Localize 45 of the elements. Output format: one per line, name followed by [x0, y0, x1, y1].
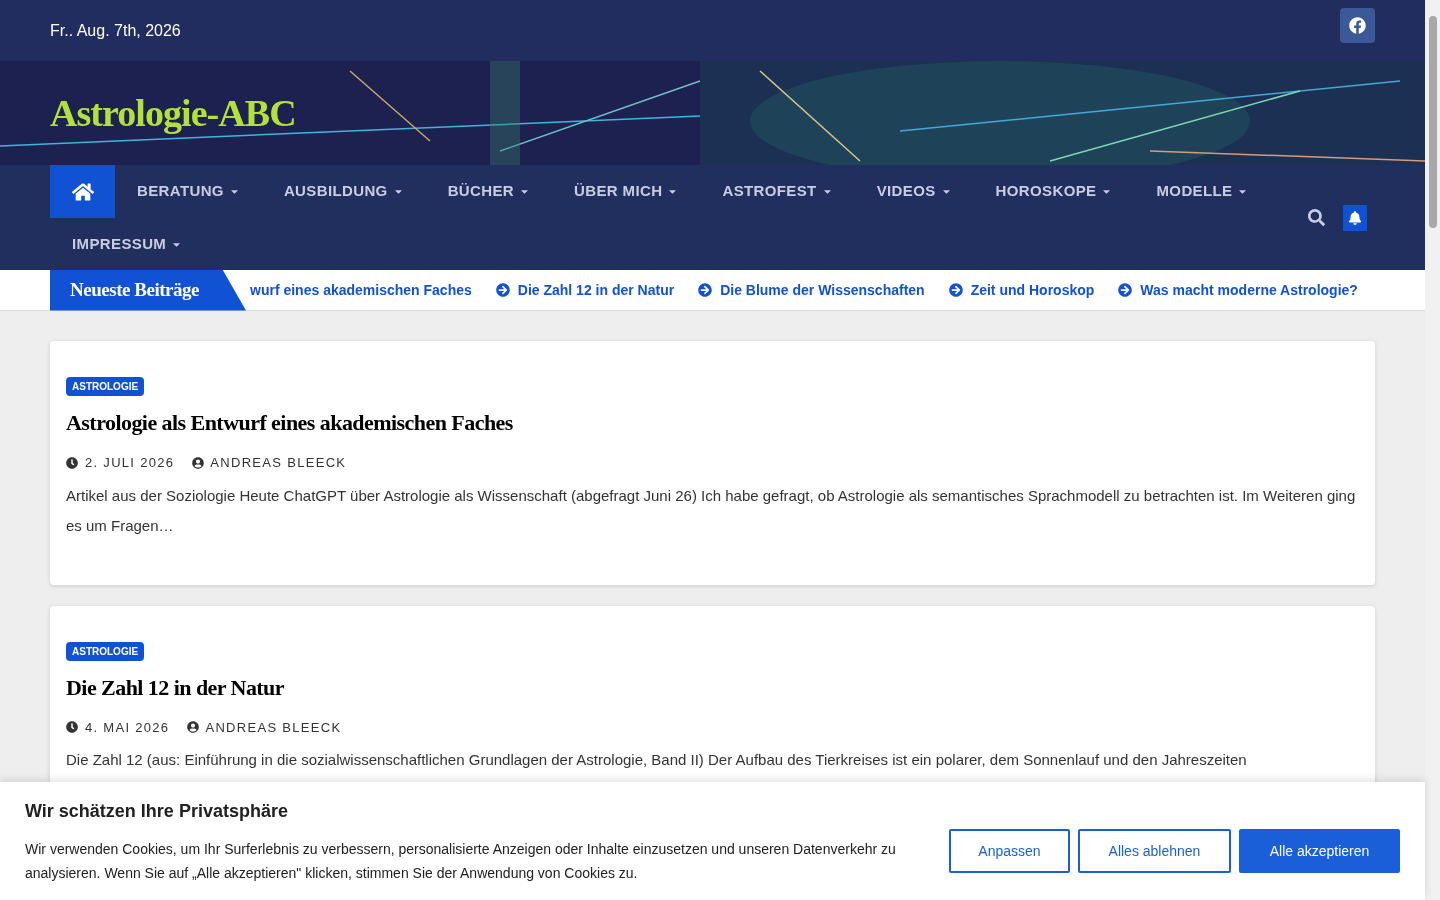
date-text: Fr.. Aug. 7th, 2026 [50, 20, 181, 41]
cookie-button[interactable]: Anpassen [949, 829, 1070, 873]
cookie-button[interactable]: Alles ablehnen [1078, 829, 1231, 873]
cookie-button[interactable]: Alle akzeptieren [1239, 829, 1400, 873]
clock-icon [66, 456, 78, 469]
ticker-link[interactable]: Zeit und Horoskop [948, 279, 1095, 301]
nav-item[interactable]: ASTROFEST [700, 165, 855, 218]
nav-item[interactable]: AUSBILDUNG [261, 165, 426, 218]
nav-item[interactable]: BERATUNG [115, 165, 262, 218]
post-excerpt: Artikel aus der Soziologie Heute ChatGPT über Astrologie als Wissenschaft (abgefragt Juni 26) Ich habe gefragt, ob Astrologie als semantisches Sprachmodell zu betrachten ist. Im Weiteren ging es um Fragen… [66, 485, 1357, 536]
ticker-link[interactable]: Die Blume der Wissenschaften [698, 279, 925, 301]
facebook-icon[interactable] [1340, 8, 1375, 43]
home-button[interactable] [50, 165, 115, 218]
post-excerpt: Die Zahl 12 (aus: Einführung in die sozialwissenschaftlichen Grundlagen der Astrologie, Band II) Der Aufbau des Tierkreises ist ein polarer, dem Sonnenlauf und den Jahreszeiten [66, 750, 1247, 770]
category-tag[interactable]: ASTROLOGIE [66, 641, 145, 661]
ticker-link[interactable]: wurf eines akademischen Faches [250, 279, 472, 301]
nav-item[interactable]: MODELLE [1134, 165, 1271, 218]
post-date: 4. MAI 2026 [85, 718, 170, 737]
post-title[interactable]: Astrologie als Entwurf eines akademischen Faches [66, 406, 513, 439]
site-title[interactable]: Astrologie-ABC [50, 84, 296, 142]
ticker-link[interactable]: Die Zahl 12 in der Natur [495, 279, 675, 301]
ticker-label: Neueste Beiträge [50, 269, 246, 311]
cookie-title: Wir schätzen Ihre Privatsphäre [25, 799, 289, 823]
nav-item[interactable]: VIDEOS [854, 165, 974, 218]
nav-item[interactable]: ÜBER MICH [552, 165, 701, 218]
post-title[interactable]: Die Zahl 12 in der Natur [66, 670, 284, 704]
user-icon [187, 721, 200, 734]
post-date: 2. JULI 2026 [85, 454, 175, 472]
arrow-icon [1118, 283, 1133, 297]
arrow-icon [495, 283, 510, 297]
bell-icon[interactable] [1343, 204, 1367, 231]
post-author[interactable]: ANDREAS BLEECK [210, 453, 347, 473]
category-tag[interactable]: ASTROLOGIE [66, 377, 145, 396]
search-icon[interactable] [1308, 209, 1325, 226]
arrow-icon [698, 283, 713, 297]
nav-item[interactable]: HOROSKOPE [973, 165, 1135, 218]
post-author[interactable]: ANDREAS BLEECK [205, 717, 342, 737]
home-icon [71, 180, 94, 203]
clock-icon [66, 721, 78, 734]
ticker-link[interactable]: Was macht moderne Astrologie? [1118, 279, 1358, 301]
nav-item[interactable]: BÜCHER [425, 165, 553, 218]
nav-item[interactable]: IMPRESSUM [50, 218, 205, 271]
cookie-text: Wir verwenden Cookies, um Ihr Surferlebnis zu verbessern, personalisierte Anzeigen oder Inhalte einzusetzen und unseren Datenverkehr zu analysieren. Wenn Sie auf „Alle akzeptieren" klicken, stimmen Sie der Anwendung von Cookies zu. [25, 839, 897, 883]
user-icon [192, 456, 205, 469]
arrow-icon [948, 283, 963, 297]
